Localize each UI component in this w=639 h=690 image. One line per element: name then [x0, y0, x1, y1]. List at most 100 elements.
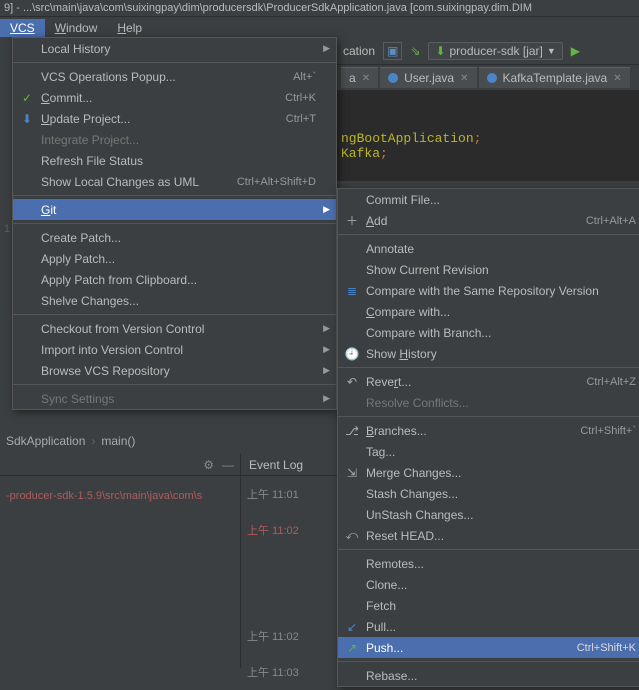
breadcrumb-method[interactable]: main()	[101, 434, 135, 448]
run-play-icon[interactable]: ▶	[571, 44, 580, 58]
git-tag[interactable]: Tag...	[338, 441, 639, 462]
vcs-apply-patch[interactable]: Apply Patch...	[13, 248, 336, 269]
vcs-integrate: Integrate Project...	[13, 129, 336, 150]
vcs-create-patch[interactable]: Create Patch...	[13, 227, 336, 248]
git-revert[interactable]: ↶ Revert...Ctrl+Alt+Z	[338, 371, 639, 392]
git-submenu: Commit File... ＋ AddCtrl+Alt+A Annotate …	[337, 188, 639, 687]
git-annotate[interactable]: Annotate	[338, 238, 639, 259]
menu-window-label: Window	[55, 21, 98, 35]
build-hammer-icon[interactable]: ⇘	[410, 44, 420, 58]
breadcrumb: SdkApplication › main()	[0, 430, 240, 452]
git-add[interactable]: ＋ AddCtrl+Alt+A	[338, 210, 639, 231]
menu-bar: VCS Window Help	[0, 17, 639, 39]
git-push[interactable]: ↗ Push...Ctrl+Shift+K	[338, 637, 639, 658]
vcs-import[interactable]: Import into Version Control▶	[13, 339, 336, 360]
menu-help[interactable]: Help	[107, 19, 152, 37]
menu-separator	[338, 416, 639, 417]
git-show-current-revision[interactable]: Show Current Revision	[338, 259, 639, 280]
left-gutter: 1	[0, 37, 12, 430]
menu-separator	[13, 223, 336, 224]
minimize-icon[interactable]: —	[222, 458, 234, 472]
pull-arrow-icon: ↙	[344, 620, 360, 634]
diff-icon: ≣	[344, 284, 360, 298]
menu-separator	[13, 195, 336, 196]
git-compare-branch[interactable]: Compare with Branch...	[338, 322, 639, 343]
update-arrow-icon: ⬇	[19, 112, 35, 126]
event-timestamp-error: 上午 11:02	[241, 512, 337, 548]
menu-separator	[13, 314, 336, 315]
git-compare-same-repo[interactable]: ≣ Compare with the Same Repository Versi…	[338, 280, 639, 301]
gear-icon[interactable]: ⚙	[203, 458, 214, 472]
revert-arrow-icon: ↶	[344, 375, 360, 389]
vcs-local-history[interactable]: Local History▶	[13, 38, 336, 59]
menu-window[interactable]: Window	[45, 19, 108, 37]
run-config-icon: ⬇	[435, 44, 445, 58]
git-show-history[interactable]: 🕘 Show History	[338, 343, 639, 364]
event-timestamp: 上午 11:02	[241, 618, 337, 654]
vcs-commit[interactable]: ✓ Commit...Ctrl+K	[13, 87, 336, 108]
editor-tabs: a ✕ User.java ✕ KafkaTemplate.java ✕	[337, 65, 639, 91]
run-config-label: producer-sdk [jar]	[450, 44, 543, 58]
commit-check-icon: ✓	[19, 91, 35, 105]
menu-separator	[338, 549, 639, 550]
git-merge[interactable]: ⇲ Merge Changes...	[338, 462, 639, 483]
tool-window-body: -producer-sdk-1.5.9\src\main\java\com\s	[0, 476, 240, 668]
git-commit-file[interactable]: Commit File...	[338, 189, 639, 210]
event-timestamp: 上午 11:01	[241, 476, 337, 512]
submenu-arrow-icon: ▶	[323, 43, 330, 54]
vcs-git[interactable]: Git▶	[13, 199, 336, 220]
menu-separator	[13, 62, 336, 63]
tab-kafka-label: KafkaTemplate.java	[503, 71, 608, 85]
breadcrumb-class[interactable]: SdkApplication	[6, 434, 85, 448]
vcs-update-project[interactable]: ⬇ Update Project...Ctrl+T	[13, 108, 336, 129]
vcs-checkout[interactable]: Checkout from Version Control▶	[13, 318, 336, 339]
git-remotes[interactable]: Remotes...	[338, 553, 639, 574]
vcs-show-uml[interactable]: Show Local Changes as UMLCtrl+Alt+Shift+…	[13, 171, 336, 192]
clock-icon: 🕘	[344, 347, 360, 361]
submenu-arrow-icon: ▶	[323, 393, 330, 404]
menu-separator	[338, 234, 639, 235]
submenu-arrow-icon: ▶	[323, 344, 330, 355]
close-icon[interactable]: ✕	[460, 73, 468, 84]
java-class-icon	[487, 73, 497, 83]
git-reset-head[interactable]: ⤺ Reset HEAD...	[338, 525, 639, 546]
tab-kafka[interactable]: KafkaTemplate.java ✕	[479, 67, 630, 88]
branch-icon: ⎇	[344, 424, 360, 438]
run-config-selector[interactable]: ⬇ producer-sdk [jar] ▼	[428, 42, 562, 60]
tab-user[interactable]: User.java ✕	[380, 67, 476, 88]
git-branches[interactable]: ⎇ Branches...Ctrl+Shift+`	[338, 420, 639, 441]
menu-vcs[interactable]: VCS	[0, 19, 45, 37]
title-bar: 9] - ...\src\main\java\com\suixingpay\di…	[0, 0, 639, 17]
push-arrow-icon: ↗	[344, 641, 360, 655]
menu-separator	[338, 367, 639, 368]
vcs-dropdown: Local History▶ VCS Operations Popup...Al…	[12, 37, 337, 410]
submenu-arrow-icon: ▶	[323, 365, 330, 376]
editor-area[interactable]: ngBootApplication; Kafka;	[337, 91, 639, 181]
tab-partial[interactable]: a ✕	[341, 67, 378, 88]
reset-icon: ⤺	[344, 528, 360, 543]
close-icon[interactable]: ✕	[613, 73, 621, 84]
vcs-refresh-status[interactable]: Refresh File Status	[13, 150, 336, 171]
menu-help-label: Help	[117, 21, 142, 35]
nav-box-icon[interactable]: ▣	[383, 42, 402, 60]
vcs-apply-patch-clipboard[interactable]: Apply Patch from Clipboard...	[13, 269, 336, 290]
git-resolve-conflicts: Resolve Conflicts...	[338, 392, 639, 413]
add-plus-icon: ＋	[344, 212, 360, 229]
vcs-operations-popup[interactable]: VCS Operations Popup...Alt+`	[13, 66, 336, 87]
git-unstash[interactable]: UnStash Changes...	[338, 504, 639, 525]
java-class-icon	[388, 73, 398, 83]
navigation-suffix: cation	[343, 44, 375, 58]
event-timestamp: 上午 11:03	[241, 654, 337, 690]
git-stash[interactable]: Stash Changes...	[338, 483, 639, 504]
submenu-arrow-icon: ▶	[323, 323, 330, 334]
vcs-browse-repo[interactable]: Browse VCS Repository▶	[13, 360, 336, 381]
git-rebase[interactable]: Rebase...	[338, 665, 639, 686]
git-pull[interactable]: ↙ Pull...	[338, 616, 639, 637]
code-annotation: ngBootApplication	[341, 131, 474, 146]
vcs-shelve-changes[interactable]: Shelve Changes...	[13, 290, 336, 311]
git-compare-with[interactable]: Compare with...	[338, 301, 639, 322]
git-fetch[interactable]: Fetch	[338, 595, 639, 616]
event-log-body: 上午 11:01 上午 11:02 上午 11:02 上午 11:03	[240, 476, 337, 668]
close-icon[interactable]: ✕	[362, 73, 370, 84]
git-clone[interactable]: Clone...	[338, 574, 639, 595]
